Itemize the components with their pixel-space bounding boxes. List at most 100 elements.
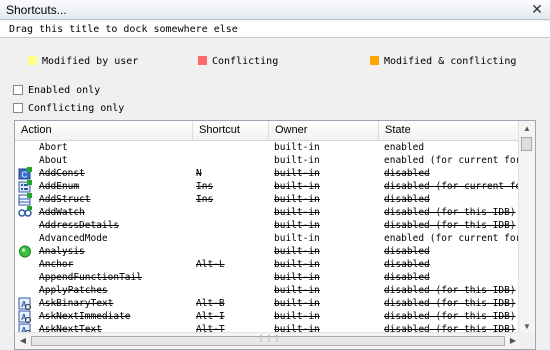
column-header-owner[interactable]: Owner [269,121,379,140]
table-row[interactable]: ApplyPatches built-in disabled (for this I… [15,284,521,297]
action-cell: ApplyPatches [39,285,108,296]
panel-title-bar[interactable]: Shortcuts... ✕ [0,0,550,20]
table-row[interactable]: AppendFunctionTail built-in disabled [15,271,521,284]
action-cell: Anchor [39,259,74,270]
scroll-down-icon[interactable]: ▼ [519,322,535,331]
shortcut-cell: N [196,168,202,179]
state-cell: disabled (for current form) [384,181,536,192]
conflicting-only-checkbox[interactable]: Conflicting only [13,102,124,115]
horizontal-scrollbar[interactable]: ◀ ⋮⋮⋮ ▶ [15,332,521,349]
shortcut-cell: Alt-L [196,259,225,270]
owner-cell: built-in [274,168,320,179]
table-row[interactable]: AddStruct Ins built-in disabled [15,193,521,206]
owner-cell: built-in [274,285,320,296]
vertical-scroll-thumb[interactable] [521,137,532,151]
action-cell: AddStruct [39,194,91,205]
legend-conflicting: Conflicting [198,55,278,69]
conflicting-only-checkbox-box[interactable] [13,103,23,113]
owner-cell: built-in [274,181,320,192]
action-cell: AddConst [39,168,85,179]
state-cell: disabled (for this IDB) [384,311,516,322]
legend-swatch-modified-conflicting [370,56,379,65]
column-header-state[interactable]: State [379,121,521,140]
enabled-only-label: Enabled only [28,85,101,96]
close-icon[interactable]: ✕ [530,2,544,16]
state-cell: disabled (for this IDB) [384,285,516,296]
owner-cell: built-in [274,311,320,322]
state-cell: disabled [384,194,430,205]
owner-cell: built-in [274,272,320,283]
shortcut-cell: Alt-B [196,298,225,309]
column-header-action[interactable]: Action [15,121,193,140]
scroll-grip-icon: ⋮⋮⋮ [257,334,281,343]
legend-swatch-conflicting [198,56,207,65]
action-cell: AppendFunctionTail [39,272,142,283]
conflicting-only-label: Conflicting only [28,103,125,114]
table-row[interactable]: AddEnum Ins built-in disabled (for current … [15,180,535,193]
table-row[interactable]: Abort built-in enabled [15,141,521,154]
shortcut-cell: Ins [196,181,214,192]
analysis-icon [18,245,32,258]
svg-text:C: C [22,171,28,180]
table-row[interactable]: A AskBinaryText Alt-B built-in disabled (for… [15,297,521,310]
enabled-only-checkbox-box[interactable] [13,85,23,95]
legend-label-conflicting: Conflicting [212,56,279,67]
owner-cell: built-in [274,207,320,218]
ask-next-immediate-icon: A [18,310,32,323]
table-row[interactable]: Analysis built-in disabled [15,245,521,258]
action-cell: About [39,155,68,166]
add-struct-icon [18,193,32,206]
enabled-only-checkbox[interactable]: Enabled only [13,84,100,97]
table-body: Abort built-in enabled About built-in enabled… [15,141,535,336]
add-const-icon: C [18,167,32,180]
owner-cell: built-in [274,298,320,309]
shortcut-cell: Alt-I [196,311,225,322]
horizontal-scroll-thumb[interactable]: ⋮⋮⋮ [31,334,505,346]
add-enum-icon [18,180,32,193]
state-cell: enabled (for current form) [384,155,533,166]
panel-title: Shortcuts... [6,3,67,17]
action-cell: Analysis [39,246,85,257]
owner-cell: built-in [274,142,320,153]
owner-cell: built-in [274,233,320,244]
table-row[interactable]: AdvancedMode built-in enabled (for current… [15,232,533,245]
ask-binary-text-icon: A [18,297,32,310]
state-cell: disabled [384,272,430,283]
table-row[interactable]: A AskNextImmediate Alt-I built-in disabled (… [15,310,521,323]
action-cell: AddEnum [39,181,80,192]
add-watch-icon [18,206,32,219]
table-row[interactable]: Anchor Alt-L built-in disabled [15,258,521,271]
legend-swatch-modified [28,56,37,65]
scroll-up-icon[interactable]: ▲ [519,124,535,133]
column-header-shortcut[interactable]: Shortcut [193,121,269,140]
state-cell: disabled [384,259,430,270]
table-row[interactable]: C AddConst Nbuilt-in disabled [15,167,521,180]
state-cell: disabled [384,246,430,257]
owner-cell: built-in [274,220,320,231]
table-row[interactable]: About built-in enabled (for current form) [15,154,533,167]
legend-modified: Modified by user [28,55,138,69]
legend-label-modified-conflicting: Modified & conflicting [384,56,517,67]
shortcut-cell: Ins [196,194,214,205]
action-cell: Abort [39,142,68,153]
vertical-scrollbar[interactable]: ▲ ▼ [518,121,535,333]
owner-cell: built-in [274,194,320,205]
state-cell: disabled (for this IDB) [384,220,516,231]
action-cell: AdvancedMode [39,233,108,244]
legend-label-modified: Modified by user [42,56,139,67]
shortcuts-table: Action Shortcut Owner State Abort built-i… [14,120,536,350]
state-cell: enabled [384,142,425,153]
table-row[interactable]: AddWatch built-in disabled (for this IDB) [15,206,521,219]
legend-modified-conflicting: Modified & conflicting [370,55,516,69]
state-cell: enabled (for current form) [384,233,533,244]
state-cell: disabled (for this IDB) [384,298,516,309]
state-cell: disabled [384,168,430,179]
dock-hint-bar[interactable]: Drag this title to dock somewhere else [0,21,550,38]
action-cell: AddWatch [39,207,85,218]
owner-cell: built-in [274,246,320,257]
state-cell: disabled (for this IDB) [384,207,516,218]
owner-cell: built-in [274,259,320,270]
action-cell: AddressDetails [39,220,120,231]
table-row[interactable]: AddressDetails built-in disabled (for this… [15,219,521,232]
scroll-left-icon[interactable]: ◀ [15,336,31,345]
